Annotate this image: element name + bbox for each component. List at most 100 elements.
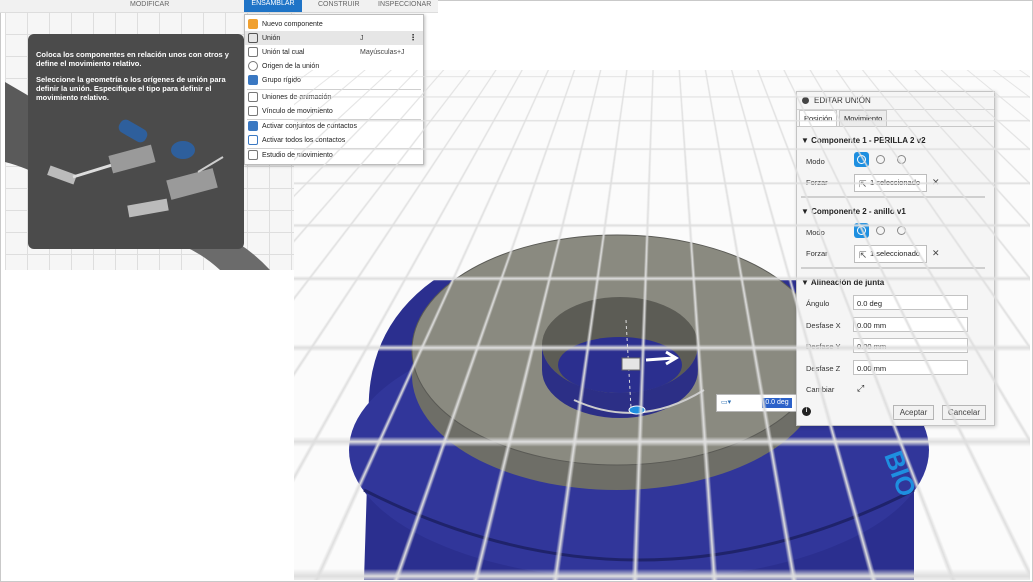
component2-header[interactable]: ▼ Componente 2 - anillo v1	[801, 207, 906, 216]
toolbar-menubar: MODIFICAR ENSAMBLAR CONSTRUIR INSPECCION…	[0, 0, 438, 13]
menu-item-label: Vínculo de movimiento	[262, 107, 333, 115]
snap-label-2: Forzar	[806, 249, 828, 258]
assemble-dropdown: Nuevo componente Unión J ⋮ Unión tal cua…	[244, 14, 424, 165]
flip-label: Cambiar	[806, 385, 835, 394]
menu-item-label: Grupo rígido	[262, 76, 301, 84]
alignment-header-label: Alineación de junta	[810, 278, 885, 287]
info-icon[interactable]: i	[802, 407, 811, 416]
offset-y-input[interactable]: 0.00 mm	[853, 338, 968, 353]
angle-input[interactable]: 0.0 deg	[853, 295, 968, 310]
joint-origin	[628, 405, 646, 415]
menu-item-estudio-movimiento[interactable]: Estudio de movimiento	[245, 148, 423, 162]
angle-manipulator[interactable]: ▭▾ 0.0 deg	[716, 394, 806, 412]
menu-item-label: Activar conjuntos de contactos	[262, 122, 357, 130]
menu-item-uniones-animacion[interactable]: Uniones de animación	[245, 90, 423, 104]
menu-item-vinculo-movimiento[interactable]: Vínculo de movimiento	[245, 104, 423, 118]
tab-movimiento[interactable]: Movimiento	[839, 110, 888, 126]
shortcut-label: Mayúsculas+J	[360, 48, 405, 56]
cancel-button[interactable]: Cancelar	[942, 405, 986, 420]
menu-item-union[interactable]: Unión J ⋮	[245, 31, 423, 45]
tab-posicion[interactable]: Posición	[799, 110, 838, 126]
menu-inspeccionar[interactable]: INSPECCIONAR	[378, 1, 431, 8]
all-contacts-icon	[248, 135, 258, 145]
rigid-group-icon	[248, 75, 258, 85]
flip-icon[interactable]: ⤢	[857, 383, 864, 394]
offset-x-label: Desfase X	[806, 321, 841, 330]
mode2-simple-button[interactable]	[854, 223, 869, 238]
component2-header-label: Componente 2 - anillo v1	[811, 207, 906, 216]
joint-icon	[248, 33, 258, 43]
hole-floor	[558, 337, 682, 393]
snap1-selection-text: 1 seleccionado	[870, 178, 921, 187]
twofaces-mode-icon	[897, 155, 906, 164]
mode-label: Modo	[806, 157, 825, 166]
more-options-icon[interactable]: ⋮	[409, 33, 417, 42]
contact-sets-icon	[248, 121, 258, 131]
tooltip-line2: Seleccione la geometría o los orígenes d…	[36, 75, 226, 102]
snap-label: Forzar	[806, 178, 828, 187]
ok-button[interactable]: Aceptar	[893, 405, 934, 420]
menu-item-origen-union[interactable]: Origen de la unión	[245, 59, 423, 73]
alignment-header[interactable]: ▼ Alineación de junta	[801, 278, 884, 287]
menu-item-label: Unión tal cual	[262, 48, 305, 56]
offset-z-label: Desfase Z	[806, 364, 841, 373]
clear-snap2-icon[interactable]: ✕	[932, 248, 940, 259]
motion-study-icon	[248, 150, 258, 160]
component1-header[interactable]: ▼ Componente 1 - PERILLA 2 v2	[801, 136, 926, 145]
simple-mode-icon	[857, 155, 866, 164]
menu-modificar[interactable]: MODIFICAR	[130, 1, 169, 8]
edit-joint-dialog: EDITAR UNIÓN Posición Movimiento ▼ Compo…	[796, 91, 995, 426]
menu-item-label: Uniones de animación	[262, 93, 332, 101]
mode-label-2: Modo	[806, 228, 825, 237]
offset-z-input[interactable]: 0.00 mm	[853, 360, 968, 375]
mode2-twofaces-button[interactable]	[894, 223, 909, 238]
snap2-selection-text: 1 seleccionado	[870, 249, 921, 258]
as-built-joint-icon	[248, 47, 258, 57]
between-mode-icon	[876, 155, 885, 164]
between-mode-icon	[876, 226, 885, 235]
cursor-icon: ⇱	[859, 179, 867, 189]
dialog-title: EDITAR UNIÓN	[814, 96, 871, 105]
menu-item-union-tal-cual[interactable]: Unión tal cual Mayúsculas+J	[245, 45, 423, 59]
angle-label: Ángulo	[806, 299, 830, 308]
offset-y-label: Desfase Y	[806, 342, 841, 351]
menu-item-label: Origen de la unión	[262, 62, 320, 70]
clear-snap1-icon[interactable]: ✕	[932, 177, 940, 188]
dialog-icon	[802, 97, 809, 104]
offset-x-input[interactable]: 0.00 mm	[853, 317, 968, 332]
menu-item-label: Unión	[262, 34, 281, 42]
animate-joints-icon	[248, 92, 258, 102]
snap1-selection[interactable]: ⇱ 1 seleccionado	[854, 174, 927, 192]
angle-manipulator-value[interactable]: 0.0 deg	[762, 398, 792, 408]
snap2-selection[interactable]: ⇱ 1 seleccionado	[854, 245, 927, 263]
cursor-icon: ⇱	[859, 250, 867, 260]
dialog-tabs: Posición Movimiento	[797, 110, 994, 127]
mode2-between-button[interactable]	[873, 223, 888, 238]
menu-construir[interactable]: CONSTRUIR	[318, 1, 360, 8]
dialog-titlebar[interactable]: EDITAR UNIÓN	[797, 92, 994, 110]
motion-link-icon	[248, 106, 258, 116]
section-divider	[801, 196, 985, 198]
view-options-icon[interactable]: ▭▾	[721, 398, 738, 407]
mode-twofaces-button[interactable]	[894, 152, 909, 167]
new-component-icon	[248, 19, 258, 29]
menu-item-todos-contactos[interactable]: Activar todos los contactos	[245, 133, 423, 147]
tooltip-illustration	[47, 119, 224, 218]
menu-item-label: Activar todos los contactos	[262, 136, 346, 144]
tooltip-line1: Coloca los componentes en relación unos …	[36, 50, 229, 68]
menu-ensamblar[interactable]: ENSAMBLAR	[244, 0, 302, 12]
menu-item-conjuntos-contactos[interactable]: Activar conjuntos de contactos	[245, 119, 423, 133]
menu-item-grupo-rigido[interactable]: Grupo rígido	[245, 73, 423, 87]
shortcut-label: J	[360, 34, 364, 42]
mode-simple-button[interactable]	[854, 152, 869, 167]
menu-item-nuevo-componente[interactable]: Nuevo componente	[245, 17, 423, 31]
simple-mode-icon	[857, 226, 866, 235]
mode-between-button[interactable]	[873, 152, 888, 167]
joint-tooltip: Coloca los componentes en relación unos …	[28, 34, 244, 249]
joint-origin-icon	[248, 61, 258, 71]
menu-item-label: Nuevo componente	[262, 20, 323, 28]
section-divider	[801, 267, 985, 269]
twofaces-mode-icon	[897, 226, 906, 235]
component1-header-label: Componente 1 - PERILLA 2 v2	[811, 136, 926, 145]
menu-item-label: Estudio de movimiento	[262, 151, 333, 159]
